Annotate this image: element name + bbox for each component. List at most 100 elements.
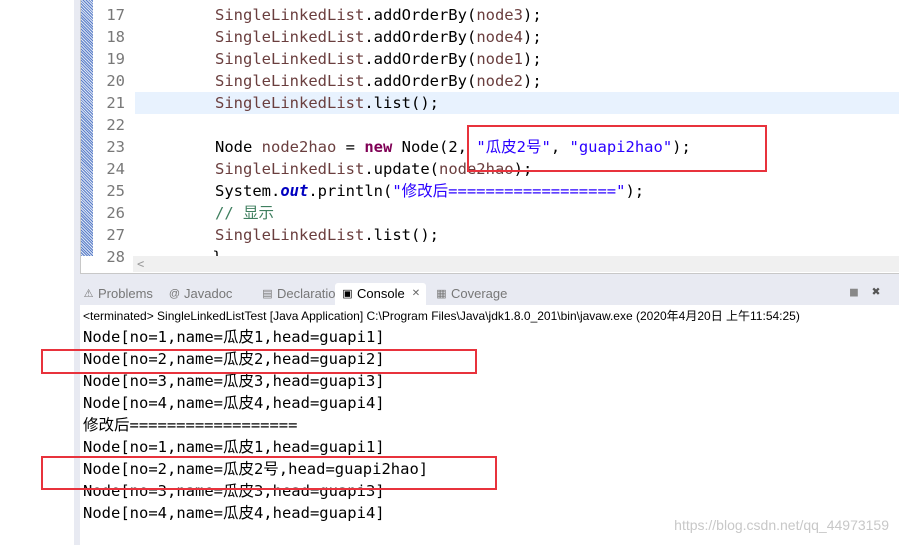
tab-label: Coverage (451, 286, 508, 301)
code-line[interactable]: 19 SingleLinkedList.addOrderBy(node1); (93, 48, 899, 70)
code-token: ); (522, 28, 542, 46)
code-text: // 显示 (135, 202, 899, 224)
code-line[interactable]: 21 SingleLinkedList.list(); (93, 92, 899, 114)
code-token: node3 (476, 6, 523, 24)
line-number: 22 (106, 116, 125, 134)
code-token: Node (215, 138, 262, 156)
highlight-box (41, 349, 477, 374)
code-line[interactable]: 18 SingleLinkedList.addOrderBy(node4); (93, 26, 899, 48)
code-token: "修改后==================" (392, 182, 626, 200)
line-number: 25 (106, 182, 125, 200)
code-token: ); (522, 50, 542, 68)
code-text: SingleLinkedList.list(); (135, 92, 899, 114)
horizontal-scrollbar[interactable]: < (133, 256, 899, 272)
code-line[interactable]: 25 System.out.println("修改后===============… (93, 180, 899, 202)
scroll-left-icon[interactable]: < (137, 257, 144, 271)
console-line: Node[no=1,name=瓜皮1,head=guapi1] (83, 328, 385, 346)
line-number: 20 (106, 72, 125, 90)
console-line: 修改后================== (83, 416, 298, 434)
code-token: . (364, 94, 374, 112)
line-number: 28 (106, 248, 125, 266)
code-token: SingleLinkedList (215, 226, 365, 244)
code-token: . (364, 6, 374, 24)
code-text: SingleLinkedList.addOrderBy(node1); (135, 48, 899, 70)
code-token: addOrderBy( (373, 50, 477, 68)
declaration-icon: ▤ (262, 287, 273, 300)
console-status: <terminated> SingleLinkedListTest [Java … (80, 305, 899, 325)
code-line[interactable]: 17 SingleLinkedList.addOrderBy(node3); (93, 4, 899, 26)
code-token: SingleLinkedList (215, 6, 365, 24)
code-text: SingleLinkedList.addOrderBy(node2); (135, 70, 899, 92)
code-token: SingleLinkedList (215, 28, 365, 46)
tab-label: Problems (98, 286, 153, 301)
tab-console[interactable]: ▣ Console ✕ (335, 283, 427, 305)
tab-label: Declaration (277, 286, 343, 301)
code-token: . (364, 28, 374, 46)
coverage-icon: ▦ (436, 287, 447, 300)
code-token: SingleLinkedList (215, 72, 365, 90)
line-number: 17 (106, 6, 125, 24)
code-line[interactable]: 27 SingleLinkedList.list(); (93, 224, 899, 246)
code-token: .println( (308, 182, 393, 200)
stop-button[interactable]: ■ (850, 285, 858, 300)
code-text: System.out.println("修改后=================… (135, 180, 899, 202)
code-line[interactable]: 26 // 显示 (93, 202, 899, 224)
code-token: node4 (476, 28, 523, 46)
code-token: . (364, 72, 374, 90)
tab-coverage[interactable]: ▦ Coverage (435, 283, 507, 305)
console-line: Node[no=4,name=瓜皮4,head=guapi4] (83, 504, 385, 522)
line-number: 24 (106, 160, 125, 178)
view-tabs: ⚠ Problems @ Javadoc ▤ Declaration ▣ Console ✕ ▦ C… (80, 283, 899, 305)
code-token: new (364, 138, 393, 156)
code-token: . (364, 226, 374, 244)
code-token: System. (215, 182, 281, 200)
line-number: 19 (106, 50, 125, 68)
line-number: 27 (106, 226, 125, 244)
code-token: node2hao (261, 138, 337, 156)
code-token: update( (373, 160, 439, 178)
tab-javadoc[interactable]: @ Javadoc (168, 283, 233, 305)
code-token: SingleLinkedList (215, 50, 365, 68)
remove-launch-button[interactable]: ✖ (872, 284, 880, 300)
highlight-box (41, 456, 497, 490)
console-line: Node[no=4,name=瓜皮4,head=guapi4] (83, 394, 385, 412)
code-token: list(); (373, 226, 439, 244)
code-token: ); (522, 72, 542, 90)
code-text: SingleLinkedList.addOrderBy(node3); (135, 4, 899, 26)
code-token: . (364, 50, 374, 68)
console-line: Node[no=1,name=瓜皮1,head=guapi1] (83, 438, 385, 456)
line-number: 26 (106, 204, 125, 222)
editor-ruler (81, 0, 93, 256)
code-token: list(); (373, 94, 439, 112)
close-icon[interactable]: ✕ (412, 283, 420, 305)
code-line[interactable]: 20 SingleLinkedList.addOrderBy(node2); (93, 70, 899, 92)
code-token: Node(2, (392, 138, 477, 156)
code-token: ); (522, 6, 542, 24)
highlight-box (467, 125, 767, 172)
at-icon: @ (168, 287, 181, 300)
code-text: SingleLinkedList.list(); (135, 224, 899, 246)
code-token: addOrderBy( (373, 6, 477, 24)
code-token: node1 (476, 50, 523, 68)
code-token: = (336, 138, 365, 156)
code-token: node2 (476, 72, 523, 90)
code-text: SingleLinkedList.addOrderBy(node4); (135, 26, 899, 48)
tab-problems[interactable]: ⚠ Problems (82, 283, 153, 305)
code-token: addOrderBy( (373, 72, 477, 90)
line-number: 23 (106, 138, 125, 156)
tab-declaration[interactable]: ▤ Declaration (261, 283, 343, 305)
watermark: https://blog.csdn.net/qq_44973159 (674, 517, 889, 533)
code-token: // 显示 (215, 204, 274, 222)
code-token: out (280, 182, 309, 200)
code-token: . (364, 160, 374, 178)
code-token: ); (625, 182, 645, 200)
line-number: 21 (106, 94, 125, 112)
code-token: SingleLinkedList (215, 94, 365, 112)
code-token: SingleLinkedList (215, 160, 365, 178)
tab-label: Javadoc (184, 286, 233, 301)
code-token: addOrderBy( (373, 28, 477, 46)
console-icon: ▣ (342, 287, 353, 300)
line-number: 18 (106, 28, 125, 46)
tab-label: Console (357, 286, 405, 301)
problems-icon: ⚠ (83, 287, 94, 300)
